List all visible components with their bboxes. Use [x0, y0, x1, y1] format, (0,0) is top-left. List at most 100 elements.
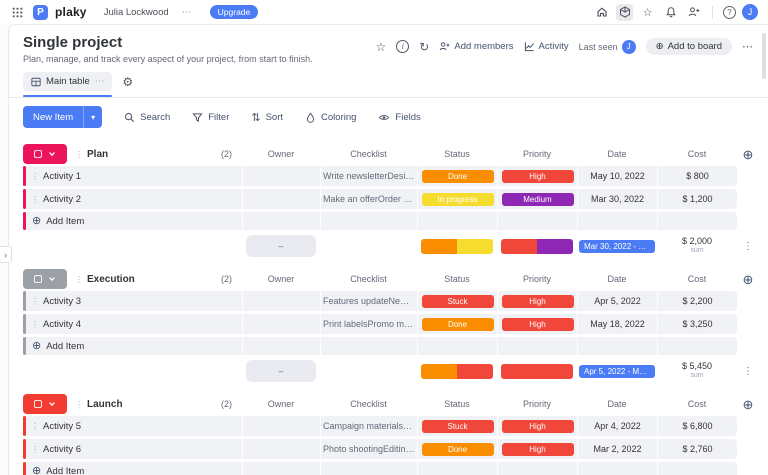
checklist-cell[interactable]: Make an offerOrder new l... [320, 189, 417, 209]
table-row[interactable]: ⋮ Activity 6 Photo shootingEditingLa... … [23, 439, 754, 459]
gear-icon[interactable]: ⚙ [122, 75, 133, 89]
table-row[interactable]: ⋮ Activity 5 Campaign materialsUpd... St… [23, 416, 754, 436]
column-header[interactable]: Status [417, 144, 497, 164]
column-header[interactable]: Date [577, 144, 657, 164]
drag-handle-icon[interactable]: ⋮ [31, 422, 39, 431]
coloring-button[interactable]: Coloring [305, 112, 356, 123]
date-value[interactable]: May 18, 2022 [590, 319, 645, 329]
group-name[interactable]: Plan [87, 149, 108, 160]
table-row[interactable]: ⋮ Activity 4 Print labelsPromo materi...… [23, 314, 754, 334]
checklist-cell[interactable]: Features updateNew tec... [320, 291, 417, 311]
add-item-row[interactable]: ⊕ Add Item [23, 462, 754, 475]
filter-button[interactable]: Filter [192, 112, 229, 123]
owner-summary-pill[interactable]: – [245, 235, 317, 257]
drag-handle-icon[interactable]: ⋮ [31, 297, 39, 306]
owner-cell[interactable] [242, 166, 320, 186]
status-badge[interactable]: Done [421, 442, 494, 456]
item-name[interactable]: Activity 6 [43, 444, 81, 455]
upgrade-button[interactable]: Upgrade [209, 5, 259, 19]
item-name[interactable]: Activity 5 [43, 421, 81, 432]
date-value[interactable]: Mar 30, 2022 [591, 194, 644, 204]
group-name[interactable]: Execution [87, 274, 135, 285]
tab-main-table[interactable]: Main table ⋯ [23, 72, 113, 97]
date-range-pill[interactable]: Mar 30, 2022 - May 1... [579, 239, 655, 253]
checklist-cell[interactable]: Photo shootingEditingLa... [320, 439, 417, 459]
date-range-pill[interactable]: Apr 5, 2022 - May 18,... [579, 364, 655, 378]
column-header[interactable]: Status [417, 269, 497, 289]
drag-handle-icon[interactable]: ⋮ [75, 150, 83, 159]
activity-button[interactable]: Activity [524, 41, 569, 52]
sort-button[interactable]: ⇅ Sort [251, 111, 283, 124]
favorite-star-icon[interactable]: ☆ [376, 40, 387, 54]
drag-handle-icon[interactable]: ⋮ [75, 275, 83, 284]
item-name[interactable]: Activity 3 [43, 296, 81, 307]
add-members-button[interactable]: Add members [439, 41, 514, 52]
column-header[interactable]: Checklist [320, 144, 417, 164]
star-icon[interactable]: ☆ [639, 4, 656, 21]
date-value[interactable]: Mar 2, 2022 [593, 444, 641, 454]
priority-badge[interactable]: High [501, 419, 574, 433]
table-row[interactable]: ⋮ Activity 2 Make an offerOrder new l...… [23, 189, 754, 209]
owner-summary-pill[interactable]: – [245, 360, 317, 382]
cost-value[interactable]: $ 6,800 [682, 421, 712, 431]
apps-grid-icon[interactable] [8, 3, 26, 21]
add-column-button[interactable]: ⊕ [743, 273, 754, 286]
cost-value[interactable]: $ 1,200 [682, 194, 712, 204]
column-header[interactable]: Priority [497, 394, 577, 414]
priority-badge[interactable]: High [501, 294, 574, 308]
group-menu-icon[interactable]: ⋮ [743, 241, 753, 252]
column-header[interactable]: Priority [497, 269, 577, 289]
priority-badge[interactable]: Medium [501, 192, 574, 206]
priority-badge[interactable]: High [501, 169, 574, 183]
cost-value[interactable]: $ 2,200 [682, 296, 712, 306]
bell-icon[interactable] [662, 4, 679, 21]
date-value[interactable]: Apr 4, 2022 [594, 421, 641, 431]
status-badge[interactable]: Done [421, 169, 494, 183]
cost-value[interactable]: $ 2,760 [682, 444, 712, 454]
new-item-caret-icon[interactable]: ▾ [83, 106, 102, 128]
table-row[interactable]: ⋮ Activity 3 Features updateNew tec... S… [23, 291, 754, 311]
owner-cell[interactable] [242, 189, 320, 209]
checklist-cell[interactable]: Campaign materialsUpd... [320, 416, 417, 436]
owner-cell[interactable] [242, 291, 320, 311]
priority-distribution-bar[interactable] [501, 238, 573, 254]
status-badge[interactable]: Done [421, 317, 494, 331]
scrollbar-thumb[interactable] [762, 33, 766, 79]
item-name[interactable]: Activity 4 [43, 319, 81, 330]
add-column-button[interactable]: ⊕ [743, 398, 754, 411]
column-header[interactable]: Owner [242, 394, 320, 414]
item-name[interactable]: Activity 2 [43, 194, 81, 205]
checklist-cell[interactable]: Print labelsPromo materi... [320, 314, 417, 334]
boards-cube-icon[interactable] [616, 3, 633, 21]
drag-handle-icon[interactable]: ⋮ [75, 400, 83, 409]
priority-badge[interactable]: High [501, 317, 574, 331]
header-menu-icon[interactable]: ⋯ [742, 40, 754, 53]
priority-badge[interactable]: High [501, 442, 574, 456]
owner-cell[interactable] [242, 439, 320, 459]
fields-button[interactable]: Fields [378, 112, 421, 123]
user-avatar[interactable]: J [742, 4, 758, 20]
add-item-row[interactable]: ⊕ Add Item [23, 212, 754, 230]
column-header[interactable]: Cost [657, 269, 737, 289]
group-checkbox[interactable] [23, 394, 67, 414]
column-header[interactable]: Checklist [320, 269, 417, 289]
drag-handle-icon[interactable]: ⋮ [31, 320, 39, 329]
table-row[interactable]: ⋮ Activity 1 Write newsletterDesign r...… [23, 166, 754, 186]
sidebar-expand-icon[interactable]: › [0, 246, 12, 263]
group-name[interactable]: Launch [87, 399, 123, 410]
add-column-button[interactable]: ⊕ [743, 148, 754, 161]
cost-value[interactable]: $ 800 [686, 171, 709, 181]
group-checkbox[interactable] [23, 144, 67, 164]
plaky-logo-icon[interactable]: P [33, 4, 48, 20]
add-item-row[interactable]: ⊕ Add Item [23, 337, 754, 355]
tab-menu-icon[interactable]: ⋯ [95, 76, 105, 87]
add-to-board-button[interactable]: ⊕ Add to board [645, 38, 732, 55]
column-header[interactable]: Status [417, 394, 497, 414]
last-seen-avatar[interactable]: J [621, 39, 636, 54]
new-item-button[interactable]: New Item ▾ [23, 106, 103, 128]
priority-distribution-bar[interactable] [501, 363, 573, 379]
drag-handle-icon[interactable]: ⋮ [31, 195, 39, 204]
column-header[interactable]: Owner [242, 269, 320, 289]
help-icon[interactable]: ? [723, 5, 736, 19]
share-sync-icon[interactable]: ↻ [419, 40, 429, 54]
